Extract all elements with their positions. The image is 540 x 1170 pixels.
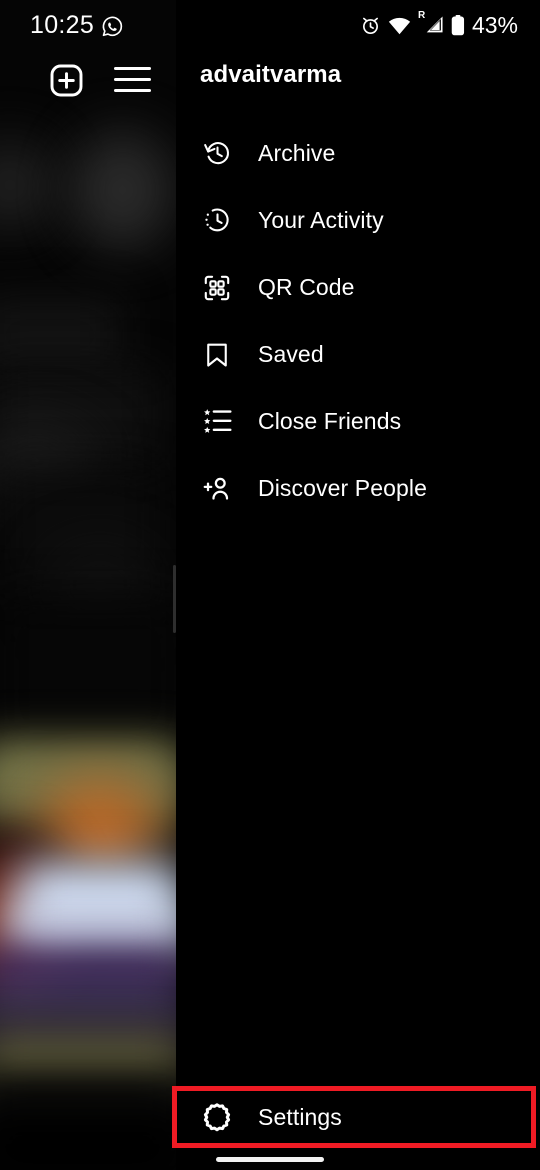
bookmark-icon bbox=[200, 338, 234, 372]
alarm-icon bbox=[360, 15, 381, 36]
qr-code-icon bbox=[200, 271, 234, 305]
add-post-icon[interactable] bbox=[48, 62, 85, 99]
battery-percentage: 43% bbox=[471, 12, 518, 38]
star-list-icon bbox=[200, 405, 234, 439]
blur-blob bbox=[0, 140, 55, 230]
hamburger-line bbox=[114, 78, 151, 82]
whatsapp-icon bbox=[100, 14, 125, 39]
menu-item-saved[interactable]: Saved bbox=[176, 321, 540, 388]
status-bar: 10:25 R 43% bbox=[0, 0, 540, 52]
feed-top-bar bbox=[0, 52, 176, 114]
status-bar-icons: R 43% bbox=[360, 10, 518, 40]
archive-clock-icon bbox=[200, 137, 234, 171]
menu-item-label: Settings bbox=[258, 1103, 342, 1130]
home-gesture-pill[interactable] bbox=[216, 1157, 324, 1162]
wifi-icon bbox=[388, 16, 411, 35]
hamburger-line bbox=[114, 89, 151, 93]
gear-icon bbox=[200, 1100, 234, 1134]
battery-icon bbox=[451, 14, 465, 36]
menu-item-label: Your Activity bbox=[258, 207, 384, 233]
menu-item-your-activity[interactable]: Your Activity bbox=[176, 187, 540, 254]
status-bar-clock: 10:25 bbox=[30, 11, 95, 39]
menu-item-settings[interactable]: Settings bbox=[176, 1088, 540, 1146]
side-drawer-panel: advaitvarma Archive Your Activity QR Cod… bbox=[173, 0, 540, 1170]
hamburger-menu-icon[interactable] bbox=[114, 66, 152, 94]
hamburger-line bbox=[114, 67, 151, 71]
blur-photo-block bbox=[40, 780, 160, 875]
menu-item-label: Discover People bbox=[258, 475, 427, 501]
menu-item-archive[interactable]: Archive bbox=[176, 120, 540, 187]
blur-blob bbox=[0, 300, 120, 370]
drawer-menu-list: Archive Your Activity QR Code Saved Clos… bbox=[176, 120, 540, 522]
menu-item-label: Close Friends bbox=[258, 408, 402, 434]
blurred-feed-background[interactable] bbox=[0, 0, 180, 1170]
gesture-navigation-bar bbox=[0, 1146, 540, 1170]
phone-screen: advaitvarma Archive Your Activity QR Cod… bbox=[0, 0, 540, 1170]
menu-item-label: Archive bbox=[258, 140, 336, 166]
blur-blob bbox=[0, 600, 180, 750]
drawer-scrollbar[interactable] bbox=[173, 565, 176, 633]
menu-item-label: QR Code bbox=[258, 274, 355, 300]
activity-clock-icon bbox=[200, 204, 234, 238]
cellular-signal-icon: R bbox=[418, 11, 444, 36]
blur-blob bbox=[70, 130, 175, 250]
menu-item-discover-people[interactable]: Discover People bbox=[176, 455, 540, 522]
menu-item-qr-code[interactable]: QR Code bbox=[176, 254, 540, 321]
person-add-icon bbox=[200, 472, 234, 506]
drawer-username[interactable]: advaitvarma bbox=[200, 61, 341, 89]
menu-item-close-friends[interactable]: Close Friends bbox=[176, 388, 540, 455]
menu-item-label: Saved bbox=[258, 341, 324, 367]
